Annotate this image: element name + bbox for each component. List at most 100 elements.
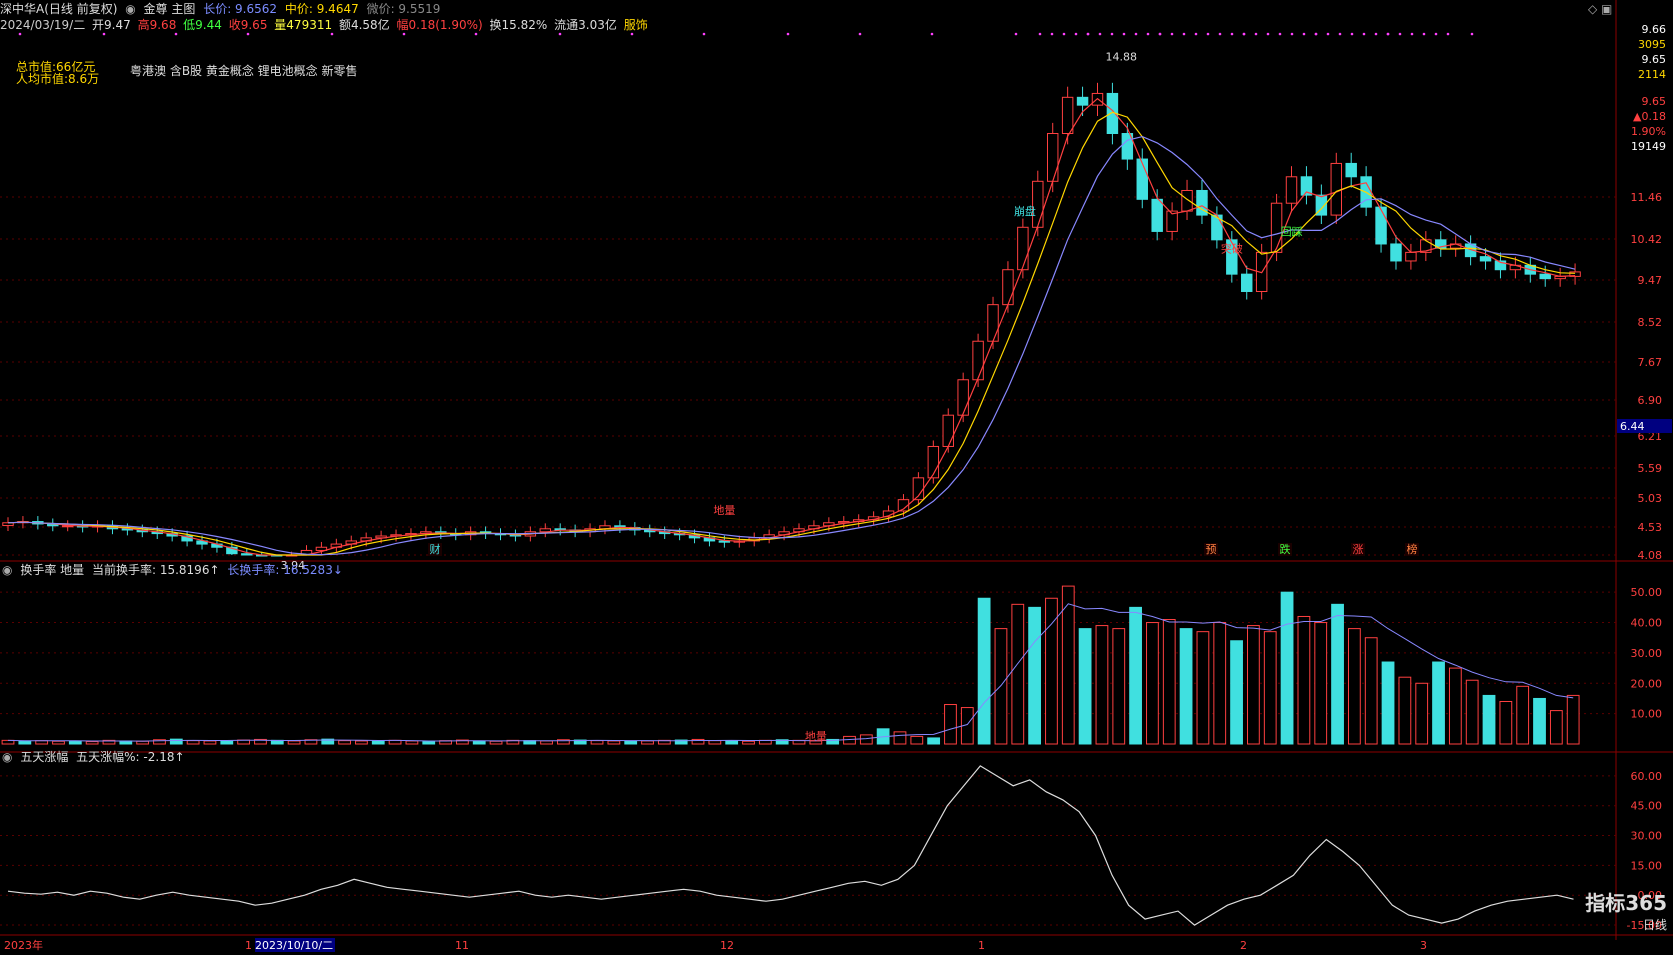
turnover-tick: 10.00 bbox=[1631, 708, 1663, 721]
chart-canvas[interactable]: 11.4610.429.478.527.676.906.215.595.034.… bbox=[0, 0, 1673, 955]
turnover-bar bbox=[203, 740, 217, 745]
turnover-bar bbox=[52, 740, 65, 745]
turnover-bar bbox=[590, 740, 604, 745]
badge-2: 跌 bbox=[1280, 542, 1291, 556]
candle bbox=[1017, 226, 1029, 271]
badge-3: 涨 bbox=[1353, 543, 1364, 556]
top-icons[interactable]: ◇ ▣ bbox=[1588, 2, 1612, 16]
huicai-label: 回踩 bbox=[1281, 226, 1303, 239]
fiveday-label: 五天涨幅 bbox=[20, 750, 69, 764]
signal-dot bbox=[174, 32, 178, 36]
signal-dot bbox=[102, 32, 106, 36]
signal-dot bbox=[1278, 32, 1282, 36]
candle bbox=[1479, 256, 1492, 262]
signal-dot bbox=[1038, 32, 1042, 36]
signal-dot bbox=[786, 32, 790, 36]
turnover-bar bbox=[287, 740, 301, 745]
signal-dot bbox=[1122, 32, 1126, 36]
turnover-title: ◉ 换手率 地量 当前换手率: 15.8196↑ 长换手率: 16.5283↓ bbox=[2, 561, 347, 578]
signal-dot bbox=[1302, 32, 1306, 36]
signal-dot bbox=[1098, 32, 1102, 36]
turnover-bar bbox=[68, 740, 82, 745]
signal-dot bbox=[1398, 32, 1402, 36]
turnover-bar bbox=[927, 737, 941, 745]
price-tick: 6.90 bbox=[1638, 394, 1663, 407]
candle bbox=[1539, 273, 1551, 280]
turnover-bar bbox=[944, 704, 957, 745]
turnover-bar bbox=[1146, 622, 1159, 745]
signal-dot bbox=[1158, 32, 1162, 36]
turnover-bar bbox=[540, 740, 553, 745]
turnover-bar bbox=[1028, 606, 1042, 745]
signal-dot bbox=[18, 32, 22, 36]
signal-dot bbox=[1194, 32, 1198, 36]
turnover-bar bbox=[624, 740, 638, 745]
candle bbox=[241, 553, 253, 556]
turnover-bar bbox=[1482, 694, 1496, 745]
turnover-label: 换手率 地量 bbox=[20, 563, 85, 577]
window-icon[interactable]: ▣ bbox=[1601, 2, 1612, 16]
turnover-bar bbox=[405, 740, 419, 745]
candle bbox=[1151, 198, 1163, 232]
badge-1: 预 bbox=[1206, 543, 1217, 556]
time-label: 2023年 bbox=[4, 938, 43, 952]
signal-dot bbox=[1110, 32, 1114, 36]
turnover-tick: 50.00 bbox=[1631, 586, 1663, 599]
high-label: 14.88 bbox=[1105, 51, 1137, 64]
signal-dot bbox=[558, 32, 562, 36]
turnover-bar bbox=[338, 740, 351, 745]
signal-dot bbox=[930, 32, 934, 36]
turnover-bar bbox=[1398, 676, 1412, 745]
fiveday-tick: 45.00 bbox=[1631, 800, 1663, 813]
period-label[interactable]: 日线 bbox=[1585, 916, 1667, 933]
rp-p3: 9.65 bbox=[1641, 95, 1667, 108]
signal-dot bbox=[246, 32, 250, 36]
fiveday-tick: 30.00 bbox=[1631, 830, 1663, 843]
candle bbox=[1285, 176, 1298, 204]
signal-dot bbox=[1146, 32, 1150, 36]
signal-dot bbox=[1074, 32, 1078, 36]
candle bbox=[1046, 133, 1059, 182]
time-label: 2023/10/10/二 bbox=[255, 939, 333, 952]
candle bbox=[1345, 162, 1357, 178]
turnover-bar bbox=[725, 740, 739, 745]
fiveday-line bbox=[7, 765, 1574, 926]
turnover-bar bbox=[1314, 622, 1328, 745]
turnover-bar bbox=[1061, 585, 1075, 745]
signal-dot bbox=[1470, 32, 1474, 36]
signal-dot bbox=[1254, 32, 1258, 36]
signal-dot bbox=[1386, 32, 1390, 36]
signal-dot bbox=[402, 32, 406, 36]
signal-dot bbox=[702, 32, 706, 36]
turnover-bar bbox=[1465, 679, 1479, 745]
turnover-bar bbox=[607, 740, 621, 745]
turnover-bar bbox=[220, 740, 234, 745]
candle bbox=[987, 304, 999, 342]
candle bbox=[1241, 273, 1253, 292]
turnover-bar bbox=[1280, 591, 1294, 745]
price-tick: 7.67 bbox=[1638, 356, 1663, 369]
turnover-bar bbox=[910, 735, 924, 745]
turnover-bar bbox=[1011, 603, 1025, 745]
candle bbox=[942, 414, 954, 447]
turnover-bar bbox=[1549, 710, 1563, 745]
logo: 指标365 日线 bbox=[1585, 891, 1667, 933]
turnover-bar bbox=[977, 597, 991, 745]
candle bbox=[1002, 269, 1014, 306]
fiveday-title: ◉ 五天涨幅 五天涨幅%: -2.18↑ bbox=[2, 748, 189, 765]
gear-icon[interactable]: ◉ bbox=[2, 563, 12, 577]
turnover-tick: 30.00 bbox=[1631, 647, 1663, 660]
turnover-bar bbox=[1432, 661, 1445, 745]
right-panel: 9.66 3095 9.65 2114 9.65 ▲0.18 1.90% 191… bbox=[1616, 22, 1673, 154]
signal-dot bbox=[630, 32, 634, 36]
turnover-bar bbox=[136, 740, 150, 745]
signal-dot bbox=[1230, 32, 1234, 36]
turnover-bar bbox=[371, 740, 385, 745]
time-label: 12 bbox=[720, 939, 734, 952]
signal-dot bbox=[1086, 32, 1090, 36]
candle bbox=[1390, 243, 1402, 262]
turnover-bar bbox=[489, 740, 503, 745]
signal-dot bbox=[1290, 32, 1294, 36]
candle bbox=[1181, 189, 1193, 212]
gear-icon[interactable]: ◉ bbox=[2, 750, 12, 764]
